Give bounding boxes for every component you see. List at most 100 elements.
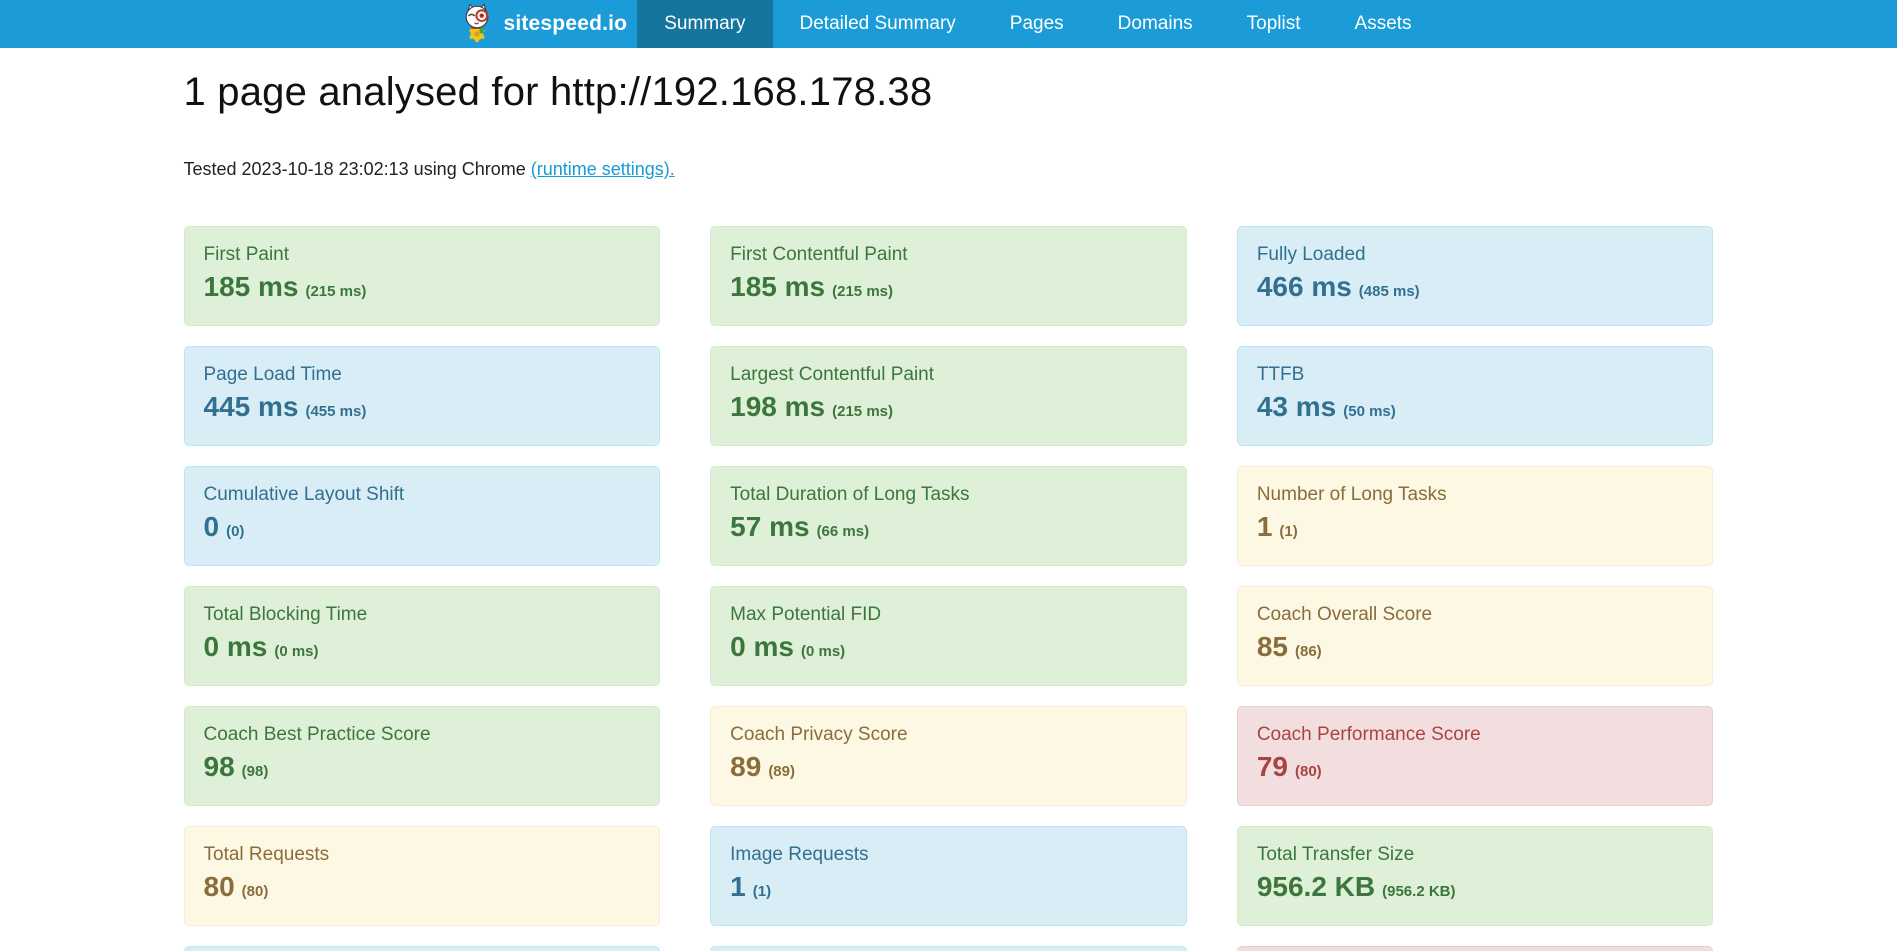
metric-card: Coach Privacy Score 89 (89) [710,706,1187,806]
metric-value-row: 89 (89) [730,751,1167,783]
metric-value-row: 198 ms (215 ms) [730,391,1167,423]
sitespeed-cat-logo-icon [458,3,496,48]
metric-label: Fully Loaded [1257,244,1694,266]
metric-card: Cumulative Layout Shift 0 (0) [184,466,661,566]
nav-tab-detailed-summary[interactable]: Detailed Summary [773,0,983,48]
metric-label: Total Requests [204,844,641,866]
nav-tab-domains[interactable]: Domains [1091,0,1220,48]
metric-label: Largest Contentful Paint [730,364,1167,386]
nav-tab-toplist[interactable]: Toplist [1220,0,1328,48]
metric-value-row: 0 ms(0 ms) [204,631,641,663]
metric-label: Max Potential FID [730,604,1167,626]
metric-value-row: 1 (1) [1257,511,1694,543]
metric-card: Total Requests 80 (80) [184,826,661,926]
metric-card: Total Transfer Size 956.2 KB(956.2 KB) [1237,826,1714,926]
metric-value: 89 [730,751,761,782]
metric-label: Coach Privacy Score [730,724,1167,746]
metric-value: 198 ms [730,391,825,422]
metric-label: Number of Long Tasks [1257,484,1694,506]
metric-value: 57 ms [730,511,809,542]
metric-secondary: (86) [1295,643,1322,660]
nav-tab-pages[interactable]: Pages [983,0,1091,48]
metric-secondary: (80) [1295,763,1322,780]
metric-secondary: (80) [242,883,269,900]
metric-value-row: 80 (80) [204,871,641,903]
metric-label: Coach Best Practice Score [204,724,641,746]
metric-card: Page Load Time 445 ms(455 ms) [184,346,661,446]
runtime-settings-link[interactable]: (runtime settings). [531,159,675,179]
metric-value: 85 [1257,631,1288,662]
metric-card: Fully Loaded 466 ms(485 ms) [1237,226,1714,326]
navbar-inner: sitespeed.io Summary Detailed Summary Pa… [458,0,1438,48]
metric-secondary: (0 ms) [801,643,845,660]
metric-card: TTFB 43 ms (50 ms) [1237,346,1714,446]
metric-card: Number of Long Tasks 1 (1) [1237,466,1714,566]
top-navbar: sitespeed.io Summary Detailed Summary Pa… [0,0,1897,48]
metric-value: 80 [204,871,235,902]
metric-secondary: (1) [753,883,771,900]
metric-secondary: (0 ms) [274,643,318,660]
metric-value: 0 [204,511,220,542]
nav-tab-assets[interactable]: Assets [1328,0,1439,48]
metric-label: Total Blocking Time [204,604,641,626]
metric-secondary: (215 ms) [832,403,893,420]
metric-value-row: 98 (98) [204,751,641,783]
metric-value-row: 1 (1) [730,871,1167,903]
metric-value-row: 0 ms (0 ms) [730,631,1167,663]
metric-secondary: (89) [768,763,795,780]
metric-card: Coach Best Practice Score 98 (98) [184,706,661,806]
metric-label: Page Load Time [204,364,641,386]
metric-card-partial [1237,946,1714,951]
metric-label: First Paint [204,244,641,266]
metric-value-row: 466 ms(485 ms) [1257,271,1694,303]
metrics-grid: First Paint 185 ms (215 ms) First Content… [184,226,1714,951]
brand-link[interactable]: sitespeed.io [458,0,637,48]
metric-label: Cumulative Layout Shift [204,484,641,506]
metric-value-row: 956.2 KB(956.2 KB) [1257,871,1694,903]
metric-label: Total Duration of Long Tasks [730,484,1167,506]
metric-value: 0 ms [730,631,794,662]
metric-secondary: (0) [226,523,244,540]
metric-secondary: (215 ms) [305,283,366,300]
metric-card: Max Potential FID 0 ms (0 ms) [710,586,1187,686]
metric-label: Image Requests [730,844,1167,866]
metric-value-row: 185 ms (215 ms) [730,271,1167,303]
metric-value: 79 [1257,751,1288,782]
metric-value: 98 [204,751,235,782]
metric-card-partial [184,946,661,951]
metric-secondary: (50 ms) [1343,403,1396,420]
metric-secondary: (215 ms) [832,283,893,300]
metric-secondary: (956.2 KB) [1382,883,1455,900]
tested-text: Tested 2023-10-18 23:02:13 using Chrome [184,159,526,179]
metric-value: 466 ms [1257,271,1352,302]
metric-label: TTFB [1257,364,1694,386]
metric-label: Coach Overall Score [1257,604,1694,626]
metric-value: 185 ms [204,271,299,302]
metric-card: Largest Contentful Paint 198 ms (215 ms) [710,346,1187,446]
metric-value-row: 43 ms (50 ms) [1257,391,1694,423]
nav-tab-label: Detailed Summary [800,13,956,35]
metric-card: Image Requests 1 (1) [710,826,1187,926]
tested-line: Tested 2023-10-18 23:02:13 using Chrome … [184,159,1714,180]
metric-label: Coach Performance Score [1257,724,1694,746]
nav-tab-summary[interactable]: Summary [637,0,772,48]
metric-card-partial [710,946,1187,951]
metric-card: First Paint 185 ms (215 ms) [184,226,661,326]
metric-value-row: 185 ms (215 ms) [204,271,641,303]
nav-tab-label: Pages [1010,13,1064,35]
metric-value-row: 79 (80) [1257,751,1694,783]
main-container: 1 page analysed for http://192.168.178.3… [184,70,1714,951]
metric-value: 1 [730,871,746,902]
metric-secondary: (1) [1279,523,1297,540]
metric-value-row: 0 (0) [204,511,641,543]
metric-value: 1 [1257,511,1273,542]
metric-label: Total Transfer Size [1257,844,1694,866]
metric-card: Coach Performance Score 79 (80) [1237,706,1714,806]
metric-secondary: (455 ms) [305,403,366,420]
metric-value: 185 ms [730,271,825,302]
nav-tab-label: Toplist [1247,13,1301,35]
metric-secondary: (98) [242,763,269,780]
metric-value: 43 ms [1257,391,1336,422]
metric-card: First Contentful Paint 185 ms (215 ms) [710,226,1187,326]
metric-label: First Contentful Paint [730,244,1167,266]
